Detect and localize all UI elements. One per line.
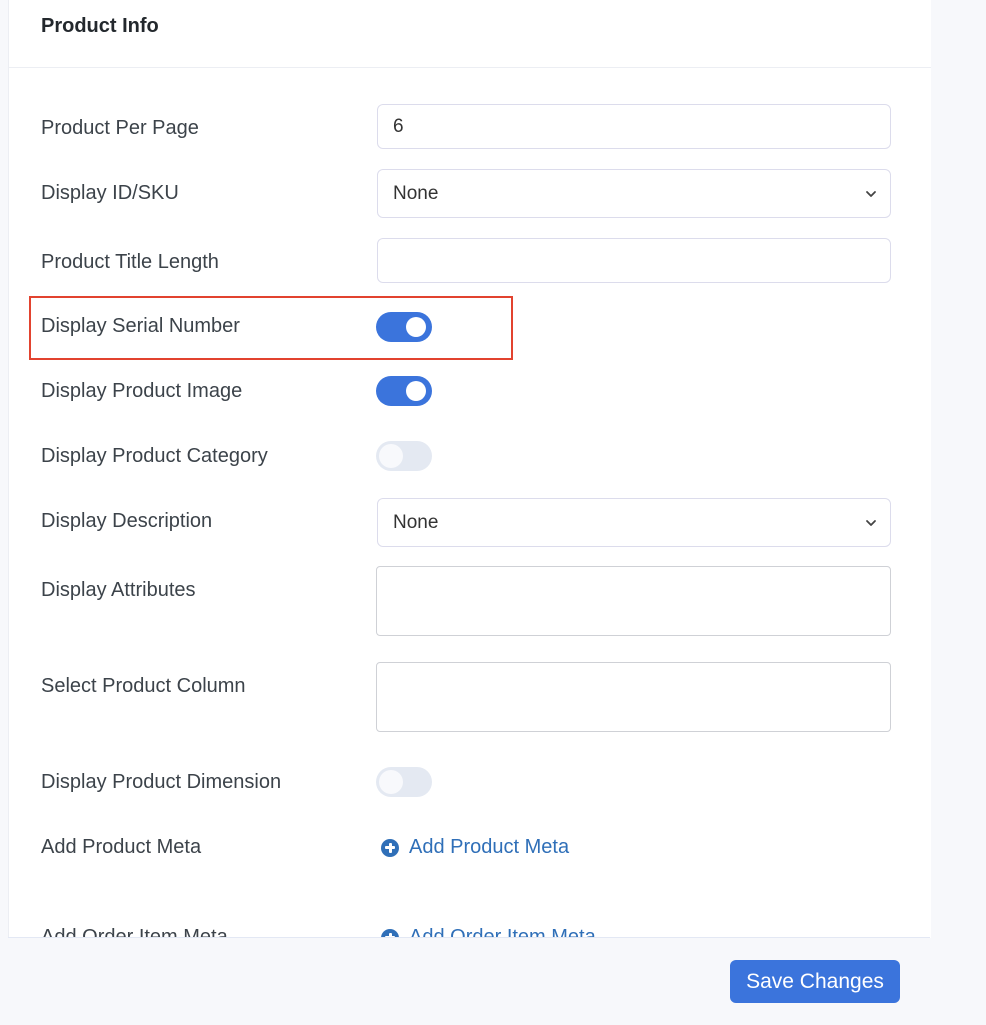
product-meta-label: Add Product Meta bbox=[41, 836, 202, 858]
product-image-label: Display Product Image bbox=[41, 380, 243, 402]
product-category-toggle[interactable] bbox=[376, 441, 432, 471]
id-sku-label: Display ID/SKU bbox=[41, 182, 179, 204]
description-label: Display Description bbox=[41, 510, 213, 532]
panel-title: Product Info bbox=[41, 15, 159, 37]
per-page-input[interactable]: 6 bbox=[377, 104, 891, 149]
add-product-meta-text: Add Product Meta bbox=[409, 836, 570, 858]
attributes-multiselect[interactable] bbox=[376, 566, 891, 636]
description-value: None bbox=[393, 511, 439, 533]
per-page-label: Product Per Page bbox=[41, 117, 199, 139]
plus-circle-icon bbox=[381, 838, 399, 857]
serial-number-toggle[interactable] bbox=[376, 312, 432, 342]
per-page-value: 6 bbox=[393, 115, 404, 137]
panel-header: Product Info bbox=[9, 0, 931, 68]
toggle-knob bbox=[379, 770, 403, 794]
product-dimension-label: Display Product Dimension bbox=[41, 771, 282, 793]
product-column-label: Select Product Column bbox=[41, 675, 246, 697]
id-sku-value: None bbox=[393, 182, 439, 204]
chevron-down-icon bbox=[866, 519, 876, 526]
footer-bar: Save Changes bbox=[8, 937, 930, 1025]
title-length-input[interactable] bbox=[377, 238, 891, 283]
toggle-knob bbox=[406, 381, 426, 401]
save-changes-button[interactable]: Save Changes bbox=[730, 960, 900, 1003]
product-info-panel: Product Info Product Per Page 6 Display … bbox=[8, 0, 931, 938]
product-column-multiselect[interactable] bbox=[376, 662, 891, 732]
title-length-label: Product Title Length bbox=[41, 251, 219, 273]
attributes-label: Display Attributes bbox=[41, 579, 196, 601]
toggle-knob bbox=[379, 444, 403, 468]
description-select[interactable]: None bbox=[377, 498, 891, 547]
id-sku-select[interactable]: None bbox=[377, 169, 891, 218]
product-dimension-toggle[interactable] bbox=[376, 767, 432, 797]
chevron-down-icon bbox=[866, 190, 876, 197]
product-image-toggle[interactable] bbox=[376, 376, 432, 406]
serial-number-label: Display Serial Number bbox=[41, 315, 240, 337]
product-category-label: Display Product Category bbox=[41, 445, 268, 467]
toggle-knob bbox=[406, 317, 426, 337]
add-product-meta-link[interactable]: Add Product Meta bbox=[381, 836, 569, 859]
